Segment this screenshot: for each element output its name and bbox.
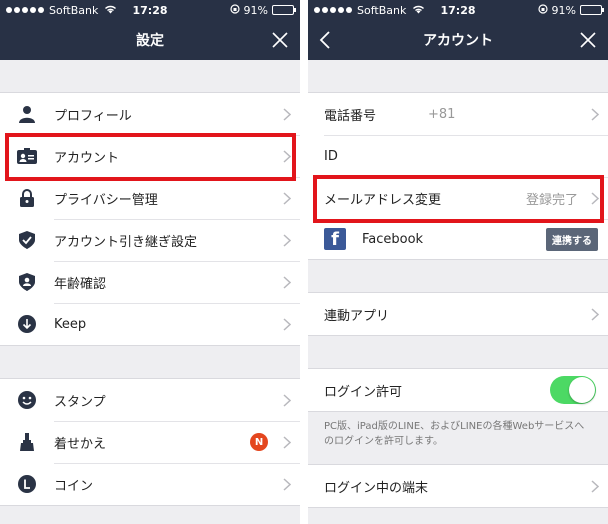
coin-icon bbox=[0, 475, 54, 493]
settings-item-profile[interactable]: プロフィール bbox=[0, 93, 300, 135]
account-group-devices: ログイン中の端末 bbox=[308, 464, 608, 508]
settings-group-main: プロフィール アカウント プライバシー管理 アカウント引き継ぎ設定 年齢確認 K… bbox=[0, 92, 300, 346]
settings-group-content: スタンプ 着せかえ N コイン bbox=[0, 378, 300, 506]
wifi-icon bbox=[412, 4, 425, 17]
facebook-label: Facebook bbox=[362, 231, 424, 247]
account-item-facebook: f Facebook 連携する bbox=[308, 219, 608, 259]
close-icon[interactable] bbox=[268, 28, 292, 52]
nav-bar: 設定 bbox=[0, 20, 300, 60]
chevron-right-icon bbox=[582, 307, 608, 321]
shield-check-icon bbox=[0, 231, 54, 249]
chevron-right-icon bbox=[274, 393, 300, 407]
settings-item-label: 着せかえ bbox=[54, 436, 107, 452]
phone-label: 電話番号 bbox=[324, 108, 377, 124]
chevron-right-icon bbox=[582, 107, 608, 121]
account-group-main: 電話番号 +81 ID メールアドレス変更 登録完了 f Facebook 連携… bbox=[308, 92, 608, 260]
chevron-right-icon bbox=[274, 233, 300, 247]
chevron-right-icon bbox=[274, 317, 300, 331]
settings-item-label: アカウント引き継ぎ設定 bbox=[54, 234, 198, 250]
battery-icon bbox=[272, 5, 296, 15]
wifi-icon bbox=[104, 4, 117, 17]
chevron-right-icon bbox=[274, 477, 300, 491]
rotation-lock-icon bbox=[537, 3, 548, 17]
id-card-icon bbox=[0, 148, 54, 164]
settings-item-label: スタンプ bbox=[54, 394, 106, 410]
person-icon bbox=[0, 105, 54, 123]
login-allow-label: ログイン許可 bbox=[324, 384, 403, 400]
account-item-id[interactable]: ID bbox=[308, 135, 608, 177]
logged-in-devices-label: ログイン中の端末 bbox=[324, 480, 429, 496]
login-allow-description: PC版、iPad版のLINE、およびLINEの各種Webサービスへのログインを許… bbox=[324, 421, 585, 447]
brush-icon bbox=[0, 433, 54, 451]
battery-percent: 91% bbox=[243, 3, 268, 17]
chevron-right-icon bbox=[274, 275, 300, 289]
chevron-right-icon bbox=[274, 149, 300, 163]
facebook-link-button[interactable]: 連携する bbox=[546, 227, 598, 251]
settings-item-label: Keep bbox=[54, 316, 87, 332]
carrier-name: SoftBank bbox=[357, 3, 407, 17]
settings-item-account-transfer[interactable]: アカウント引き継ぎ設定 bbox=[0, 219, 300, 261]
settings-item-account[interactable]: アカウント bbox=[0, 135, 300, 177]
page-title: アカウント bbox=[423, 33, 493, 49]
settings-item-themes[interactable]: 着せかえ N bbox=[0, 421, 300, 463]
email-label: メールアドレス変更 bbox=[324, 192, 442, 208]
settings-screen: SoftBank 17:28 91% 設定 プロフィール アカウント プライバシ… bbox=[0, 0, 300, 524]
settings-item-label: プライバシー管理 bbox=[54, 192, 158, 208]
account-item-logged-in-devices[interactable]: ログイン中の端末 bbox=[308, 465, 608, 507]
linked-apps-label: 連動アプリ bbox=[324, 308, 390, 324]
account-screen: SoftBank 17:28 91% アカウント 電話番号 +81 ID メール… bbox=[308, 0, 608, 524]
login-allow-toggle[interactable] bbox=[550, 376, 596, 404]
chevron-right-icon bbox=[274, 191, 300, 205]
status-bar: SoftBank 17:28 91% bbox=[308, 0, 608, 20]
signal-icon bbox=[6, 7, 44, 13]
account-item-login-allow: ログイン許可 bbox=[308, 369, 608, 411]
account-item-email[interactable]: メールアドレス変更 登録完了 bbox=[308, 177, 608, 219]
phone-value: +81 bbox=[428, 106, 456, 122]
keep-icon bbox=[0, 315, 54, 333]
battery-percent: 91% bbox=[551, 3, 576, 17]
chevron-right-icon bbox=[582, 479, 608, 493]
smiley-icon bbox=[0, 391, 54, 409]
account-group-apps: 連動アプリ bbox=[308, 292, 608, 336]
settings-item-label: プロフィール bbox=[54, 108, 132, 124]
signal-icon bbox=[314, 7, 352, 13]
settings-item-stickers[interactable]: スタンプ bbox=[0, 379, 300, 421]
settings-item-coins[interactable]: コイン bbox=[0, 463, 300, 505]
nav-bar: アカウント bbox=[308, 20, 608, 60]
chevron-right-icon bbox=[582, 191, 608, 205]
carrier-name: SoftBank bbox=[49, 3, 99, 17]
email-status: 登録完了 bbox=[525, 192, 578, 208]
settings-item-keep[interactable]: Keep bbox=[0, 303, 300, 345]
id-label: ID bbox=[324, 148, 338, 164]
lock-icon bbox=[0, 189, 54, 207]
battery-icon bbox=[580, 5, 604, 15]
settings-item-age-verification[interactable]: 年齢確認 bbox=[0, 261, 300, 303]
new-badge: N bbox=[250, 433, 268, 451]
chevron-right-icon bbox=[274, 107, 300, 121]
page-title: 設定 bbox=[136, 33, 164, 49]
settings-item-label: アカウント bbox=[54, 150, 120, 166]
settings-item-label: コイン bbox=[54, 478, 94, 494]
account-item-phone[interactable]: 電話番号 +81 bbox=[308, 93, 608, 135]
chevron-right-icon bbox=[274, 435, 300, 449]
rotation-lock-icon bbox=[229, 3, 240, 17]
back-icon[interactable] bbox=[314, 28, 338, 52]
account-group-login: ログイン許可 bbox=[308, 368, 608, 412]
settings-item-privacy[interactable]: プライバシー管理 bbox=[0, 177, 300, 219]
shield-person-icon bbox=[0, 273, 54, 291]
account-item-linked-apps[interactable]: 連動アプリ bbox=[308, 293, 608, 335]
status-bar: SoftBank 17:28 91% bbox=[0, 0, 300, 20]
close-icon[interactable] bbox=[576, 28, 600, 52]
settings-item-label: 年齢確認 bbox=[54, 276, 107, 292]
facebook-icon: f bbox=[324, 228, 346, 250]
